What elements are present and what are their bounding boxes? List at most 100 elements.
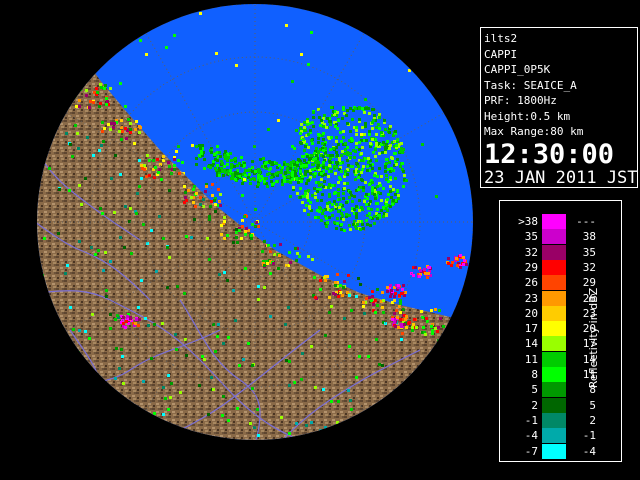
land-echo-cell bbox=[71, 155, 74, 158]
sea-echo-cell bbox=[339, 203, 342, 206]
sea-echo-cell bbox=[304, 173, 307, 176]
sea-echo-cell bbox=[389, 125, 392, 128]
land-echo-cell bbox=[198, 384, 201, 387]
sea-echo-cell bbox=[342, 106, 345, 109]
sea-echo-cell bbox=[373, 174, 376, 177]
sea-echo-cell bbox=[385, 162, 388, 165]
legend-lower-value: 2 bbox=[531, 398, 538, 412]
coastal-echo-cell bbox=[372, 303, 375, 306]
sea-echo-cell bbox=[311, 154, 314, 157]
sea-echo-cell bbox=[362, 189, 365, 192]
sea-echo-cell bbox=[233, 158, 236, 161]
sea-echo-cell bbox=[299, 170, 302, 173]
sea-echo-cell bbox=[286, 163, 289, 166]
sea-echo-cell bbox=[389, 144, 392, 147]
sea-echo-cell bbox=[333, 200, 336, 203]
sea-echo-cell bbox=[271, 183, 274, 186]
strong-echo-cell bbox=[394, 325, 397, 328]
coastal-echo-cell bbox=[99, 102, 102, 105]
sea-echo-cell bbox=[328, 195, 331, 198]
sea-echo-cell bbox=[375, 133, 378, 136]
sea-echo-cell bbox=[360, 178, 363, 181]
sea-echo-cell bbox=[355, 142, 358, 145]
coastal-echo-cell bbox=[343, 280, 346, 283]
sea-echo-cell bbox=[316, 199, 319, 202]
task-name: Task: SEAICE_A bbox=[484, 78, 577, 92]
coastal-echo-cell bbox=[365, 297, 368, 300]
sea-echo-cell bbox=[229, 152, 232, 155]
sea-echo-cell bbox=[299, 132, 302, 135]
coastal-echo-cell bbox=[173, 158, 176, 161]
sea-echo-cell bbox=[348, 196, 351, 199]
land-echo-cell bbox=[102, 269, 105, 272]
sea-echo-cell bbox=[275, 180, 278, 183]
strong-echo-cell bbox=[390, 289, 393, 292]
sea-echo-cell bbox=[368, 212, 371, 215]
coastal-echo-cell bbox=[157, 171, 160, 174]
coastal-echo-cell bbox=[85, 89, 88, 92]
coastal-echo-cell bbox=[75, 105, 78, 108]
sea-echo-cell bbox=[322, 125, 325, 128]
strong-echo-cell bbox=[396, 316, 399, 319]
coastal-echo-cell bbox=[95, 87, 98, 90]
coastal-echo-cell bbox=[78, 99, 81, 102]
strong-echo-cell bbox=[405, 315, 408, 318]
sea-echo-cell bbox=[378, 152, 381, 155]
sea-echo-cell bbox=[124, 105, 127, 108]
sea-echo-cell bbox=[342, 218, 345, 221]
coastal-echo-cell bbox=[362, 305, 365, 308]
land-echo-cell bbox=[208, 258, 211, 261]
sea-echo-cell bbox=[337, 194, 340, 197]
sea-echo-cell bbox=[304, 192, 307, 195]
sea-echo-cell bbox=[262, 157, 265, 160]
strong-echo-cell bbox=[386, 290, 389, 293]
sea-echo-cell bbox=[346, 109, 349, 112]
coastal-echo-cell bbox=[100, 86, 103, 89]
land-echo-cell bbox=[129, 207, 132, 210]
land-echo-cell bbox=[167, 408, 170, 411]
sea-echo-cell bbox=[331, 203, 334, 206]
sea-echo-cell bbox=[294, 172, 297, 175]
land-echo-cell bbox=[328, 311, 331, 314]
sea-echo-cell bbox=[362, 227, 365, 230]
sea-echo-cell bbox=[230, 159, 233, 162]
sea-echo-cell bbox=[369, 224, 372, 227]
sea-echo-cell bbox=[229, 169, 232, 172]
sea-echo-cell bbox=[344, 170, 347, 173]
coastal-echo-cell bbox=[195, 192, 198, 195]
coastal-echo-cell bbox=[288, 251, 291, 254]
coastal-echo-cell bbox=[374, 299, 377, 302]
land-echo-cell bbox=[280, 416, 283, 419]
sea-echo-cell bbox=[396, 189, 399, 192]
sea-echo-cell bbox=[298, 159, 301, 162]
sea-echo-cell bbox=[376, 175, 379, 178]
strong-echo-cell bbox=[129, 317, 132, 320]
coastal-echo-cell bbox=[105, 97, 108, 100]
land-echo-cell bbox=[287, 306, 290, 309]
coastal-echo-cell bbox=[370, 299, 373, 302]
sea-echo-cell bbox=[173, 34, 176, 37]
land-echo-cell bbox=[269, 315, 272, 318]
sea-echo-cell bbox=[203, 158, 206, 161]
sea-echo-cell bbox=[329, 123, 332, 126]
land-echo-cell bbox=[244, 267, 247, 270]
land-echo-cell bbox=[72, 328, 75, 331]
coastal-echo-cell bbox=[162, 159, 165, 162]
sea-echo-cell bbox=[139, 39, 142, 42]
coastal-echo-cell bbox=[399, 302, 402, 305]
sea-echo-cell bbox=[354, 107, 357, 110]
land-echo-cell bbox=[257, 434, 260, 437]
sea-echo-cell bbox=[303, 149, 306, 152]
sea-echo-cell bbox=[321, 142, 324, 145]
land-echo-cell bbox=[221, 414, 224, 417]
sea-echo-cell bbox=[366, 165, 369, 168]
land-echo-cell bbox=[114, 377, 117, 380]
legend-upper-value: 35 bbox=[582, 245, 596, 259]
sea-echo-cell bbox=[346, 182, 349, 185]
sea-echo-cell bbox=[364, 107, 367, 110]
sea-echo-cell bbox=[324, 173, 327, 176]
sea-echo-cell bbox=[283, 180, 286, 183]
coastal-echo-cell bbox=[209, 205, 212, 208]
sea-echo-cell bbox=[304, 129, 307, 132]
sea-echo-cell bbox=[306, 120, 309, 123]
